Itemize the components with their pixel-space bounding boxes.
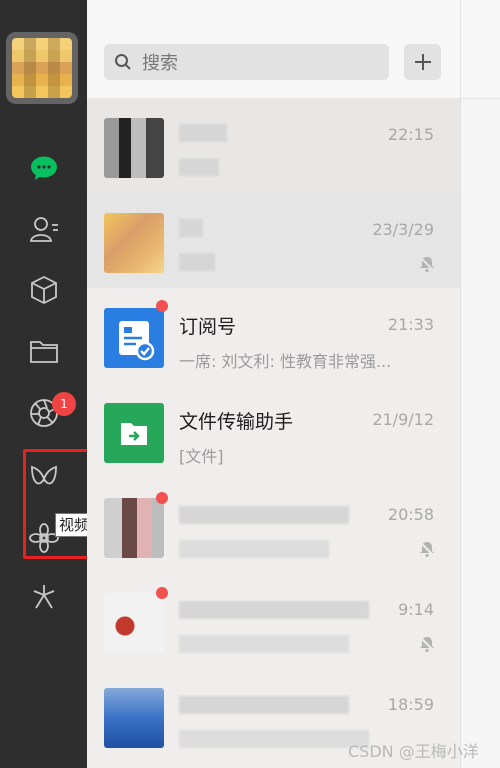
avatar <box>104 308 164 368</box>
file-transfer-icon <box>121 423 147 445</box>
sidebar-item-contacts[interactable] <box>27 212 61 246</box>
chat-preview-blurred <box>179 635 349 653</box>
mute-icon <box>419 256 435 273</box>
conversation-header <box>461 0 500 99</box>
chat-preview: [文件] <box>179 447 224 466</box>
search-input[interactable] <box>140 44 384 82</box>
new-chat-button[interactable] <box>404 44 441 80</box>
chat-preview-blurred <box>179 253 215 271</box>
sidebar-item-favorites[interactable] <box>27 273 61 307</box>
chat-row[interactable]: 22:15 <box>87 98 460 193</box>
spark-icon <box>33 585 55 609</box>
folder-icon <box>30 341 58 363</box>
chat-preview-blurred <box>179 158 219 176</box>
avatar <box>104 213 164 273</box>
chat-time: 21/9/12 <box>372 410 434 429</box>
avatar <box>104 118 164 178</box>
chat-row[interactable]: 订阅号 21:33 一席: 刘文利: 性教育非常强... <box>87 288 460 383</box>
chat-icon <box>31 156 57 180</box>
moments-badge: 1 <box>52 392 76 416</box>
search-icon <box>115 54 131 70</box>
chat-preview: 一席: 刘文利: 性教育非常强... <box>179 352 392 371</box>
chat-time: 20:58 <box>387 505 434 524</box>
chat-preview-blurred <box>179 730 369 748</box>
sidebar-item-chats[interactable] <box>27 151 61 185</box>
chat-preview-blurred <box>179 540 329 558</box>
contacts-icon <box>29 217 58 242</box>
chat-name-blurred <box>179 506 349 524</box>
chat-name: 文件传输助手 <box>179 411 294 433</box>
chat-name-blurred <box>179 696 349 714</box>
chat-row[interactable]: 20:58 <box>87 478 460 573</box>
search-box[interactable] <box>104 44 389 82</box>
watermark: CSDN @王梅小洋 <box>348 742 479 761</box>
chat-row[interactable]: 文件传输助手 21/9/12 [文件] <box>87 383 460 478</box>
chat-row[interactable]: 23/3/29 <box>87 193 460 288</box>
chat-row[interactable]: 9:14 <box>87 573 460 668</box>
chat-time: 9:14 <box>398 600 434 619</box>
chat-time: 23/3/29 <box>372 220 434 239</box>
chat-time: 22:15 <box>387 125 434 144</box>
subscription-icon <box>119 321 155 361</box>
plus-icon <box>414 54 431 70</box>
conversation-pane <box>460 0 500 768</box>
unread-dot <box>156 492 168 504</box>
chat-time: 21:33 <box>387 315 434 334</box>
cube-icon <box>31 275 57 305</box>
sidebar-item-files[interactable] <box>27 334 61 368</box>
chat-name-blurred <box>179 601 369 619</box>
chat-time: 18:59 <box>387 695 434 714</box>
avatar <box>104 403 164 463</box>
chat-name: 订阅号 <box>179 316 237 338</box>
unread-dot <box>156 587 168 599</box>
avatar <box>104 688 164 748</box>
unread-dot <box>156 300 168 312</box>
avatar <box>104 498 164 558</box>
sidebar-item-mini-programs[interactable] <box>27 580 61 614</box>
avatar <box>104 593 164 653</box>
my-avatar[interactable] <box>12 38 72 98</box>
sidebar: 1 <box>0 0 87 768</box>
chat-name-blurred <box>179 219 203 237</box>
mute-icon <box>419 541 435 558</box>
chat-name-blurred <box>179 124 227 142</box>
mute-icon <box>419 636 435 653</box>
